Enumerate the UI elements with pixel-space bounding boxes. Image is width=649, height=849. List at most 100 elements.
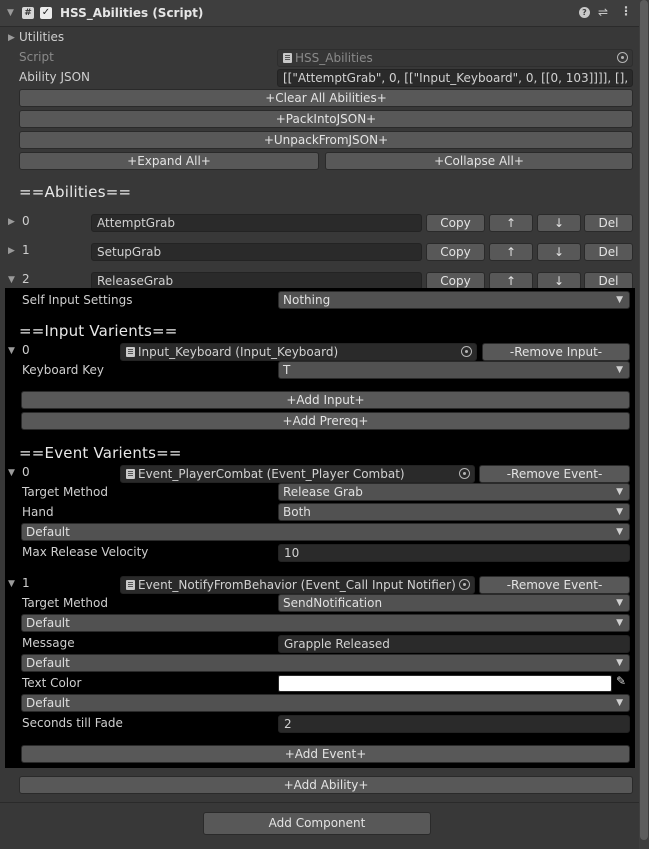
event-0-default-value: Default bbox=[26, 525, 70, 539]
chevron-down-icon: ▼ bbox=[616, 295, 623, 305]
add-prereq-button[interactable]: +Add Prereq+ bbox=[21, 412, 630, 430]
ability-json-field[interactable]: [["AttemptGrab", 0, [["Input_Keyboard", … bbox=[277, 69, 633, 87]
script-label: Script bbox=[19, 50, 54, 64]
picker-icon bbox=[617, 52, 628, 63]
event-1-default-value: Default bbox=[26, 696, 70, 710]
pack-into-json-button[interactable]: +PackIntoJSON+ bbox=[19, 110, 633, 128]
event-1-default-dropdown-1[interactable]: Default ▼ bbox=[21, 614, 630, 632]
ability-0-index: 0 bbox=[22, 214, 30, 228]
ability-1-copy-button[interactable]: Copy bbox=[426, 243, 485, 261]
event-0-velocity-label: Max Release Velocity bbox=[22, 545, 149, 559]
more-icon[interactable]: ⋮ bbox=[620, 4, 632, 18]
chevron-down-icon: ▼ bbox=[616, 618, 623, 628]
self-input-label: Self Input Settings bbox=[22, 293, 133, 307]
ability-2-fold-arrow[interactable]: ▼ bbox=[8, 275, 15, 285]
utilities-label[interactable]: Utilities bbox=[19, 30, 64, 44]
event-0-index: 0 bbox=[22, 465, 30, 479]
script-file-icon bbox=[126, 347, 135, 357]
input-0-object-value: Input_Keyboard (Input_Keyboard) bbox=[138, 345, 339, 359]
event-1-message-field[interactable]: Grapple Released bbox=[278, 635, 630, 653]
preset-icon[interactable]: ⇌ bbox=[598, 5, 608, 19]
ability-json-label: Ability JSON bbox=[19, 70, 91, 84]
keyboard-key-dropdown[interactable]: T ▼ bbox=[278, 361, 630, 379]
ability-1-fold-arrow[interactable]: ▶ bbox=[8, 246, 15, 256]
abilities-heading: ==Abilities== bbox=[19, 183, 132, 201]
input-0-fold-arrow[interactable]: ▼ bbox=[8, 346, 15, 356]
chevron-down-icon: ▼ bbox=[616, 698, 623, 708]
event-1-target-dropdown[interactable]: SendNotification ▼ bbox=[278, 594, 630, 612]
ability-0-copy-button[interactable]: Copy bbox=[426, 214, 485, 232]
event-0-hand-dropdown[interactable]: Both ▼ bbox=[278, 503, 630, 521]
self-input-dropdown[interactable]: Nothing ▼ bbox=[278, 291, 630, 309]
event-0-target-value: Release Grab bbox=[283, 485, 363, 499]
event-1-color-label: Text Color bbox=[22, 676, 82, 690]
input-varients-heading: ==Input Varients== bbox=[19, 322, 178, 340]
add-event-button[interactable]: +Add Event+ bbox=[21, 745, 630, 763]
script-icon: # bbox=[22, 7, 34, 19]
keyboard-key-label: Keyboard Key bbox=[22, 363, 104, 377]
enabled-checkbox[interactable]: ✓ bbox=[40, 7, 52, 19]
text-color-swatch[interactable] bbox=[278, 675, 612, 692]
event-1-fade-label: Seconds till Fade bbox=[22, 716, 123, 730]
script-value: HSS_Abilities bbox=[295, 51, 373, 65]
inspector-scrollbar[interactable] bbox=[639, 0, 649, 849]
keyboard-key-value: T bbox=[283, 363, 291, 377]
input-0-object-field[interactable]: Input_Keyboard (Input_Keyboard) bbox=[120, 343, 477, 361]
remove-input-button[interactable]: -Remove Input- bbox=[482, 343, 630, 361]
event-0-remove-button[interactable]: -Remove Event- bbox=[479, 465, 630, 483]
ability-1-up-button[interactable]: ↑ bbox=[489, 243, 533, 261]
event-1-target-label: Target Method bbox=[22, 596, 108, 610]
event-1-default-value: Default bbox=[26, 616, 70, 630]
ability-1-down-button[interactable]: ↓ bbox=[537, 243, 581, 261]
ability-1-delete-button[interactable]: Del bbox=[584, 243, 633, 261]
scrollbar-thumb[interactable] bbox=[640, 0, 648, 840]
self-input-value: Nothing bbox=[283, 293, 331, 307]
event-1-object-field[interactable]: Event_NotifyFromBehavior (Event_Call Inp… bbox=[120, 576, 475, 594]
ability-0-down-button[interactable]: ↓ bbox=[537, 214, 581, 232]
add-component-button[interactable]: Add Component bbox=[203, 812, 431, 835]
event-0-hand-label: Hand bbox=[22, 505, 54, 519]
event-0-default-dropdown[interactable]: Default ▼ bbox=[21, 523, 630, 541]
chevron-down-icon: ▼ bbox=[616, 658, 623, 668]
script-file-icon bbox=[283, 53, 292, 63]
event-0-target-label: Target Method bbox=[22, 485, 108, 499]
component-title: HSS_Abilities (Script) bbox=[60, 6, 204, 20]
event-0-target-dropdown[interactable]: Release Grab ▼ bbox=[278, 483, 630, 501]
ability-1-name-field[interactable]: SetupGrab bbox=[91, 243, 422, 261]
event-0-object-value: Event_PlayerCombat (Event_Player Combat) bbox=[138, 467, 405, 481]
collapse-all-button[interactable]: +Collapse All+ bbox=[325, 152, 633, 170]
event-1-remove-button[interactable]: -Remove Event- bbox=[479, 576, 630, 594]
expand-all-button[interactable]: +Expand All+ bbox=[19, 152, 319, 170]
event-1-fade-field[interactable]: 2 bbox=[278, 715, 630, 733]
picker-icon[interactable] bbox=[461, 346, 472, 357]
picker-icon[interactable] bbox=[459, 579, 470, 590]
ability-0-name-field[interactable]: AttemptGrab bbox=[91, 214, 422, 232]
eyedropper-icon[interactable]: ✎ bbox=[616, 674, 626, 688]
component-divider bbox=[0, 802, 639, 803]
script-file-icon bbox=[126, 580, 135, 590]
script-field: HSS_Abilities bbox=[277, 49, 633, 67]
picker-icon[interactable] bbox=[459, 468, 470, 479]
script-file-icon bbox=[126, 469, 135, 479]
event-1-target-value: SendNotification bbox=[283, 596, 383, 610]
chevron-down-icon: ▼ bbox=[616, 507, 623, 517]
add-input-button[interactable]: +Add Input+ bbox=[21, 391, 630, 409]
event-1-fold-arrow[interactable]: ▼ bbox=[8, 579, 15, 589]
event-0-fold-arrow[interactable]: ▼ bbox=[8, 468, 15, 478]
component-fold-arrow[interactable]: ▼ bbox=[7, 8, 14, 18]
unpack-from-json-button[interactable]: +UnpackFromJSON+ bbox=[19, 131, 633, 149]
ability-0-delete-button[interactable]: Del bbox=[584, 214, 633, 232]
input-0-index: 0 bbox=[22, 343, 30, 357]
ability-0-up-button[interactable]: ↑ bbox=[489, 214, 533, 232]
event-1-message-label: Message bbox=[22, 636, 75, 650]
help-icon[interactable]: ? bbox=[579, 7, 590, 18]
event-1-default-dropdown-2[interactable]: Default ▼ bbox=[21, 654, 630, 672]
utilities-fold-arrow[interactable]: ▶ bbox=[8, 33, 15, 43]
chevron-down-icon: ▼ bbox=[616, 598, 623, 608]
clear-all-abilities-button[interactable]: +Clear All Abilities+ bbox=[19, 89, 633, 107]
add-ability-button[interactable]: +Add Ability+ bbox=[19, 776, 633, 794]
event-0-object-field[interactable]: Event_PlayerCombat (Event_Player Combat) bbox=[120, 465, 475, 483]
ability-0-fold-arrow[interactable]: ▶ bbox=[8, 217, 15, 227]
event-1-default-dropdown-3[interactable]: Default ▼ bbox=[21, 694, 630, 712]
event-0-velocity-field[interactable]: 10 bbox=[278, 544, 630, 562]
